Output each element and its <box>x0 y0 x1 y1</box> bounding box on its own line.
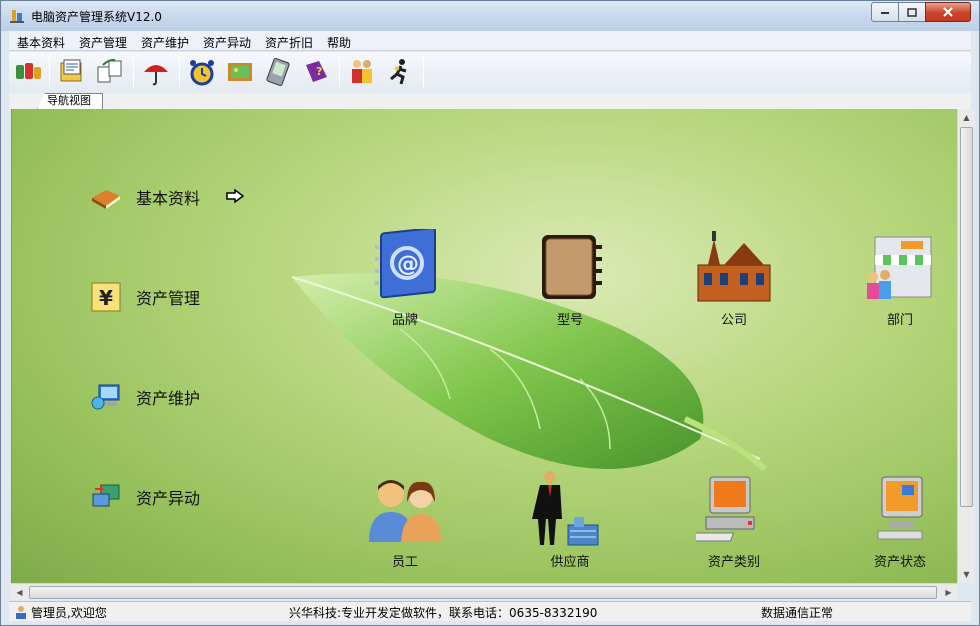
navigation-panel: 基本资料 ¥ 资产管理 资产维护 资产异动 @ 品牌 型号 公司 部门 员工 供… <box>11 109 957 583</box>
nav-asset-management[interactable]: ¥ 资产管理 <box>90 281 200 313</box>
nav-label: 基本资料 <box>136 189 201 208</box>
building-icon <box>694 227 774 307</box>
nav-label: 资产管理 <box>136 289 201 308</box>
alarm-clock-icon <box>190 60 214 86</box>
computer-maintenance-icon <box>90 381 122 413</box>
vertical-scroll-thumb[interactable] <box>960 127 973 507</box>
scroll-right-icon[interactable]: ▶ <box>940 584 957 601</box>
toolbar-picture-button[interactable] <box>223 55 257 89</box>
menu-asset-depreciation[interactable]: 资产折旧 <box>265 34 313 51</box>
folder-documents-icon <box>60 59 82 82</box>
yen-icon: ¥ <box>90 281 122 313</box>
minimize-button[interactable] <box>871 2 899 22</box>
people-icon <box>365 469 445 549</box>
toolbar-help-button[interactable]: ? <box>299 55 333 89</box>
tab-nav-view[interactable]: 导航视图 <box>37 93 103 109</box>
svg-text:@: @ <box>397 252 419 277</box>
tile-label: 部门 <box>886 313 913 328</box>
toolbar-insurance-button[interactable] <box>139 55 173 89</box>
status-connection: 数据通信正常 <box>761 606 834 620</box>
close-icon <box>943 7 953 17</box>
close-button[interactable] <box>925 2 971 22</box>
horizontal-scrollbar[interactable]: ◀ ▶ <box>11 583 957 600</box>
book-icon <box>90 181 122 213</box>
tile-label: 资产状态 <box>873 555 926 570</box>
menu-basic-info[interactable]: 基本资料 <box>17 34 65 51</box>
scroll-down-icon[interactable]: ▼ <box>958 566 975 583</box>
nav-asset-transfer[interactable]: 资产异动 <box>90 481 200 513</box>
menu-asset-maintenance[interactable]: 资产维护 <box>141 34 189 51</box>
database-icon <box>16 63 41 79</box>
toolbar-exit-button[interactable] <box>383 55 417 89</box>
menu-asset-transfer[interactable]: 资产异动 <box>203 34 251 51</box>
toolbar-reminder-button[interactable] <box>185 55 219 89</box>
monitor-icon <box>860 469 940 549</box>
pda-icon <box>266 58 290 86</box>
minimize-icon <box>881 12 889 14</box>
view-tab-strip: 导航视图 <box>9 93 971 109</box>
menu-help[interactable]: 帮助 <box>327 34 351 51</box>
help-book-icon: ? <box>306 61 327 82</box>
tile-company[interactable]: 公司 <box>689 227 779 328</box>
tile-label: 员工 <box>391 555 418 570</box>
toolbar-notes-button[interactable] <box>261 55 295 89</box>
nav-asset-maintenance[interactable]: 资产维护 <box>90 381 200 413</box>
computer-transfer-icon <box>90 481 122 513</box>
app-window: 电脑资产管理系统V12.0 基本资料 资产管理 资产维护 资产异动 资产折旧 帮… <box>0 0 980 626</box>
notebook-icon <box>530 227 610 307</box>
tile-employee[interactable]: 员工 <box>360 469 450 570</box>
status-bar: 管理员,欢迎您 兴华科技:专业开发定做软件，联系电话：0635-8332190 … <box>9 601 971 621</box>
users-icon <box>352 60 372 83</box>
tile-supplier[interactable]: 供应商 <box>525 469 615 570</box>
svg-text:¥: ¥ <box>99 286 113 310</box>
tile-label: 资产类别 <box>707 555 760 570</box>
tile-label: 供应商 <box>550 555 590 570</box>
svg-text:?: ? <box>316 65 322 78</box>
tile-label: 品牌 <box>391 313 418 328</box>
arrow-right-icon <box>226 189 244 203</box>
maximize-icon <box>907 7 917 17</box>
tile-label: 型号 <box>556 313 583 328</box>
scroll-left-icon[interactable]: ◀ <box>11 584 28 601</box>
menu-bar: 基本资料 资产管理 资产维护 资产异动 资产折旧 帮助 <box>9 31 971 51</box>
tile-model[interactable]: 型号 <box>525 227 615 328</box>
horizontal-scroll-thumb[interactable] <box>29 586 937 599</box>
tile-label: 公司 <box>720 313 747 328</box>
toolbar-users-button[interactable] <box>345 55 379 89</box>
documents-transfer-icon <box>97 58 122 83</box>
toolbar: ? <box>9 52 971 94</box>
store-icon <box>860 227 940 307</box>
nav-basic-info[interactable]: 基本资料 <box>90 181 200 213</box>
tile-asset-status[interactable]: 资产状态 <box>855 469 945 570</box>
scroll-up-icon[interactable]: ▲ <box>958 109 975 126</box>
title-bar[interactable]: 电脑资产管理系统V12.0 <box>1 1 979 31</box>
tile-brand[interactable]: @ 品牌 <box>360 227 450 328</box>
picture-frame-icon <box>228 63 252 81</box>
tile-asset-category[interactable]: 资产类别 <box>689 469 779 570</box>
running-man-exit-icon <box>390 59 407 85</box>
address-book-icon: @ <box>365 227 445 307</box>
status-vendor: 兴华科技:专业开发定做软件，联系电话：0635-8332190 <box>289 606 598 620</box>
menu-asset-management[interactable]: 资产管理 <box>79 34 127 51</box>
status-user: 管理员,欢迎您 <box>31 606 107 620</box>
toolbar-basic-info-button[interactable] <box>11 55 45 89</box>
app-icon <box>10 10 24 23</box>
businessman-icon <box>530 469 610 549</box>
user-icon <box>16 606 26 619</box>
computer-icon <box>694 469 774 549</box>
umbrella-icon <box>144 65 168 86</box>
vertical-scrollbar[interactable]: ▲ ▼ <box>957 109 974 583</box>
toolbar-asset-card-button[interactable] <box>55 55 89 89</box>
maximize-button[interactable] <box>898 2 926 22</box>
toolbar-asset-transfer-button[interactable] <box>93 55 127 89</box>
nav-label: 资产异动 <box>136 489 201 508</box>
tile-department[interactable]: 部门 <box>855 227 945 328</box>
nav-label: 资产维护 <box>136 389 201 408</box>
window-title: 电脑资产管理系统V12.0 <box>31 10 162 24</box>
